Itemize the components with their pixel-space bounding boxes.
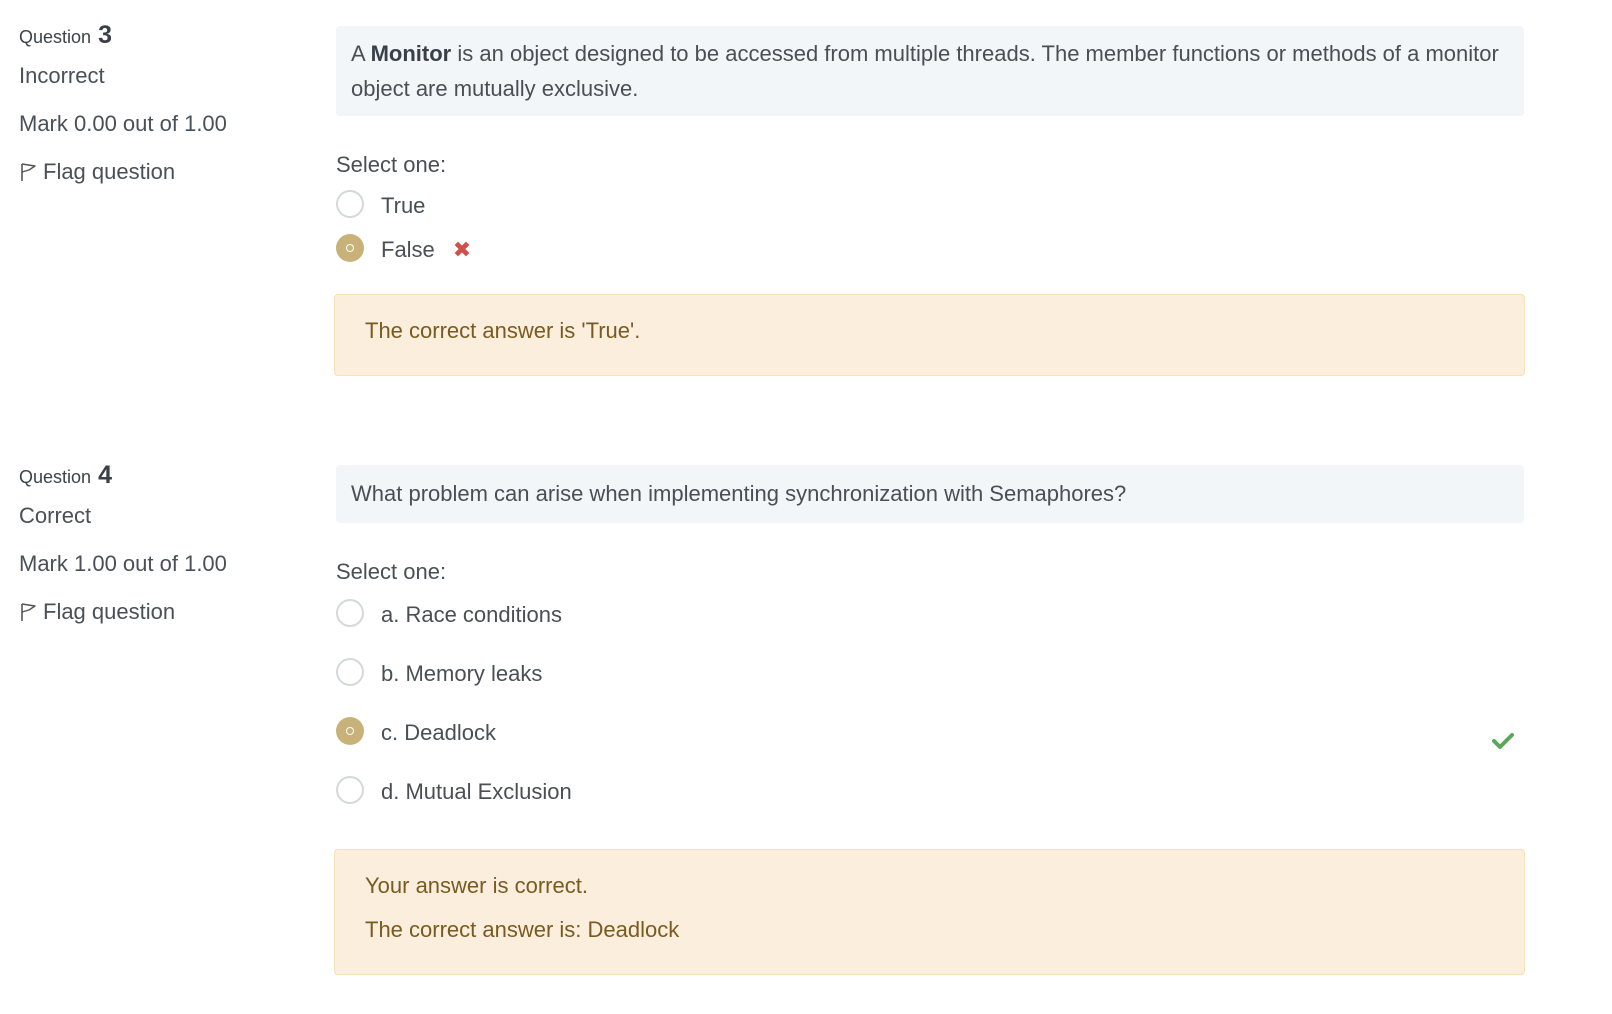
question-number: Question 3 — [19, 18, 319, 52]
answer-label: a. Race conditions — [381, 602, 562, 627]
flag-icon — [19, 160, 39, 182]
radio-button[interactable] — [336, 776, 364, 804]
question-text-bold: Monitor — [370, 41, 452, 66]
question-content: A Monitor is an object designed to be ac… — [334, 26, 1525, 376]
answer-option-d[interactable]: d. Mutual Exclusion — [336, 770, 1524, 814]
radio-button[interactable] — [336, 658, 364, 686]
flag-question-link[interactable]: Flag question — [19, 596, 319, 628]
feedback-box: The correct answer is 'True'. — [334, 294, 1525, 376]
answer-option-false[interactable]: False ✖ — [336, 228, 1524, 272]
right-answer-text: The correct answer is 'True'. — [365, 318, 641, 343]
question-label: Question — [19, 467, 92, 487]
x-mark-icon: ✖ — [452, 237, 472, 262]
right-answer-text: The correct answer is: Deadlock — [365, 917, 680, 942]
answer-block: Select one: a. Race conditions b. Memory… — [336, 557, 1524, 814]
answer-label-text: False — [381, 237, 435, 262]
question-label: Question — [19, 27, 92, 47]
answer-label: False ✖ — [381, 228, 471, 272]
answer-option-true[interactable]: True — [336, 184, 1524, 228]
radio-button[interactable] — [336, 599, 364, 627]
feedback-box: Your answer is correct. The correct answ… — [334, 849, 1525, 975]
question-text: A Monitor is an object designed to be ac… — [336, 26, 1524, 116]
check-icon — [1492, 721, 1514, 749]
question-state: Incorrect — [19, 63, 105, 88]
question-content: What problem can arise when implementing… — [334, 465, 1525, 975]
question-number-value: 3 — [98, 21, 112, 49]
radio-button-selected[interactable] — [336, 234, 364, 262]
answer-option-b[interactable]: b. Memory leaks — [336, 652, 1524, 696]
question-grade: Mark 0.00 out of 1.00 — [19, 111, 227, 136]
select-one-prompt: Select one: — [336, 152, 447, 177]
flag-icon — [19, 600, 39, 622]
radio-button-selected[interactable] — [336, 717, 364, 745]
question-text: What problem can arise when implementing… — [336, 465, 1524, 523]
answer-block: Select one: True False ✖ — [336, 150, 1524, 272]
question-info: Question 4 Correct Mark 1.00 out of 1.00… — [19, 458, 319, 628]
answer-label: d. Mutual Exclusion — [381, 779, 572, 804]
answer-label: c. Deadlock — [381, 720, 496, 745]
question-grade: Mark 1.00 out of 1.00 — [19, 551, 227, 576]
answer-label: b. Memory leaks — [381, 661, 543, 686]
question-text-suffix: is an object designed to be accessed fro… — [351, 41, 1499, 101]
question-number: Question 4 — [19, 458, 319, 492]
answer-label: True — [381, 193, 426, 218]
question-3: Question 3 Incorrect Mark 0.00 out of 1.… — [0, 0, 1612, 420]
question-state: Correct — [19, 503, 92, 528]
question-text-prefix: A — [351, 41, 365, 66]
answer-option-c[interactable]: c. Deadlock — [336, 711, 1524, 755]
flag-question-label: Flag question — [43, 599, 176, 624]
select-one-prompt: Select one: — [336, 559, 447, 584]
flag-question-label: Flag question — [43, 159, 176, 184]
quiz-review-page: Question 3 Incorrect Mark 0.00 out of 1.… — [0, 0, 1612, 1014]
question-number-value: 4 — [98, 461, 112, 489]
question-info: Question 3 Incorrect Mark 0.00 out of 1.… — [19, 18, 319, 188]
question-4: Question 4 Correct Mark 1.00 out of 1.00… — [0, 458, 1612, 1014]
radio-button[interactable] — [336, 190, 364, 218]
feedback-text: Your answer is correct. — [365, 873, 588, 898]
flag-question-link[interactable]: Flag question — [19, 156, 319, 188]
answer-option-a[interactable]: a. Race conditions — [336, 593, 1524, 637]
